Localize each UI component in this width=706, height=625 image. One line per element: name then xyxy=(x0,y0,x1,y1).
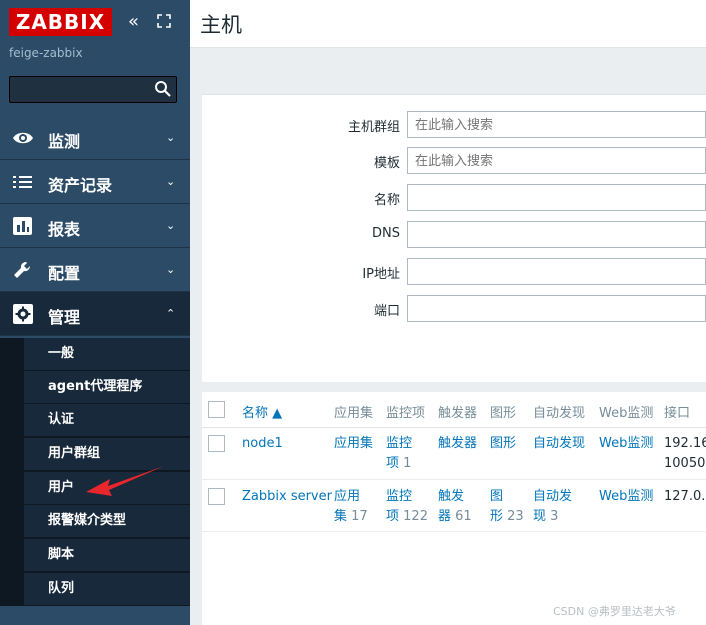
menu-label: 监测 xyxy=(48,132,81,151)
discovery-link[interactable]: 自动发现 xyxy=(533,434,585,454)
submenu-item-media-types[interactable]: 报警媒介类型 xyxy=(24,505,190,538)
watermark: CSDN @弗罗里达老大爷 xyxy=(553,605,676,618)
filter-panel: 主机群组 模板 名称 DNS IP地址 端口 xyxy=(202,94,706,382)
triggers-link[interactable]: 触发器 61 xyxy=(438,487,472,527)
dns-input[interactable] xyxy=(407,221,706,248)
column-interface: 接口 xyxy=(664,406,691,421)
web-link[interactable]: Web监测 xyxy=(599,487,653,507)
table-row: Zabbix server 应用集 17 监控项 122 触发器 61 图形 2… xyxy=(202,480,706,532)
column-name[interactable]: 名称 ▲ xyxy=(242,402,282,421)
table-row: node1 应用集 监控项 1 触发器 图形 自动发现 Web监测 192.16… xyxy=(202,428,706,480)
chevron-down-icon: ⌄ xyxy=(166,263,176,276)
host-name-link[interactable]: node1 xyxy=(242,434,283,454)
row-checkbox[interactable] xyxy=(208,435,225,452)
menu-item-inventory[interactable]: 资产记录 ⌄ xyxy=(0,160,190,204)
filter-label-port: 端口 xyxy=(373,304,400,319)
menu-label: 报表 xyxy=(48,220,81,239)
wrench-icon xyxy=(14,261,31,278)
list-icon xyxy=(13,176,32,188)
chevron-down-icon: ⌄ xyxy=(166,175,176,188)
header-toolbar-area xyxy=(190,48,706,94)
kiosk-mode-icon[interactable] xyxy=(156,13,172,29)
collapse-sidebar-icon[interactable]: « xyxy=(128,12,139,32)
eye-icon xyxy=(13,132,33,144)
column-web: Web监测 xyxy=(599,406,654,421)
report-icon xyxy=(13,217,32,235)
host-groups-input[interactable] xyxy=(407,111,706,138)
column-items: 监控项 xyxy=(386,406,426,421)
interface-value: 127.0.0 xyxy=(664,489,706,504)
column-applications: 应用集 xyxy=(334,406,374,421)
gear-icon xyxy=(13,304,33,324)
menu-label: 资产记录 xyxy=(48,176,113,195)
filter-label-ip: IP地址 xyxy=(362,267,400,282)
table-header: 名称 ▲ 应用集 监控项 触发器 图形 自动发现 Web监测 接口 xyxy=(202,392,706,428)
annotation-arrow xyxy=(86,466,164,496)
submenu-item-authentication[interactable]: 认证 xyxy=(24,404,190,437)
submenu-item-general[interactable]: 一般 xyxy=(24,338,190,371)
menu-label: 管理 xyxy=(48,308,81,327)
filter-label-host-groups: 主机群组 xyxy=(347,120,400,135)
select-all-checkbox[interactable] xyxy=(208,401,225,418)
chevron-up-icon: ⌃ xyxy=(166,307,176,320)
hosts-table: 名称 ▲ 应用集 监控项 触发器 图形 自动发现 Web监测 接口 node1 … xyxy=(202,392,706,625)
port-input[interactable] xyxy=(407,295,706,322)
row-checkbox[interactable] xyxy=(208,488,225,505)
server-name: feige-zabbix xyxy=(9,46,83,60)
logo-row: ZABBIX « xyxy=(0,0,190,44)
applications-link[interactable]: 应用集 17 xyxy=(334,487,368,527)
graphs-link[interactable]: 图形 xyxy=(490,434,516,454)
submenu-item-queue[interactable]: 队列 xyxy=(24,573,190,606)
templates-input[interactable] xyxy=(407,147,706,174)
graphs-link[interactable]: 图形 23 xyxy=(490,487,524,527)
column-triggers: 触发器 xyxy=(438,406,478,421)
ip-input[interactable] xyxy=(407,258,706,285)
chevron-down-icon: ⌄ xyxy=(166,131,176,144)
menu-item-configuration[interactable]: 配置 ⌄ xyxy=(0,248,190,292)
applications-link[interactable]: 应用集 xyxy=(334,434,373,454)
web-link[interactable]: Web监测 xyxy=(599,434,653,454)
zabbix-logo[interactable]: ZABBIX xyxy=(9,8,112,36)
triggers-link[interactable]: 触发器 xyxy=(438,434,477,454)
chevron-down-icon: ⌄ xyxy=(166,219,176,232)
filter-label-dns: DNS xyxy=(372,226,400,241)
page-header: 主机 xyxy=(190,0,706,48)
menu-item-administration[interactable]: 管理 ⌃ xyxy=(0,292,190,336)
search-icon[interactable] xyxy=(154,80,172,98)
items-link[interactable]: 监控项 1 xyxy=(386,434,412,474)
items-link[interactable]: 监控项 122 xyxy=(386,487,428,527)
filter-label-templates: 模板 xyxy=(373,156,400,171)
submenu-item-proxies[interactable]: agent代理程序 xyxy=(24,371,190,404)
interface-value: 192.16 10050 xyxy=(664,436,706,471)
host-name-link[interactable]: Zabbix server xyxy=(242,487,332,507)
column-discovery: 自动发现 xyxy=(533,406,586,421)
page-title: 主机 xyxy=(200,13,242,37)
column-graphs: 图形 xyxy=(490,406,517,421)
sidebar-search-input[interactable] xyxy=(9,76,177,103)
main-menu: 监测 ⌄ 资产记录 ⌄ 报表 ⌄ 配置 ⌄ 管理 ⌃ xyxy=(0,116,190,336)
name-input[interactable] xyxy=(407,184,706,211)
sidebar: ZABBIX « feige-zabbix 监测 ⌄ 资产记录 ⌄ 报表 ⌄ 配… xyxy=(0,0,190,625)
menu-label: 配置 xyxy=(48,264,81,283)
filter-label-name: 名称 xyxy=(373,193,400,208)
menu-item-monitoring[interactable]: 监测 ⌄ xyxy=(0,116,190,160)
menu-item-reports[interactable]: 报表 ⌄ xyxy=(0,204,190,248)
submenu-item-scripts[interactable]: 脚本 xyxy=(24,539,190,572)
discovery-link[interactable]: 自动发现 3 xyxy=(533,487,572,527)
